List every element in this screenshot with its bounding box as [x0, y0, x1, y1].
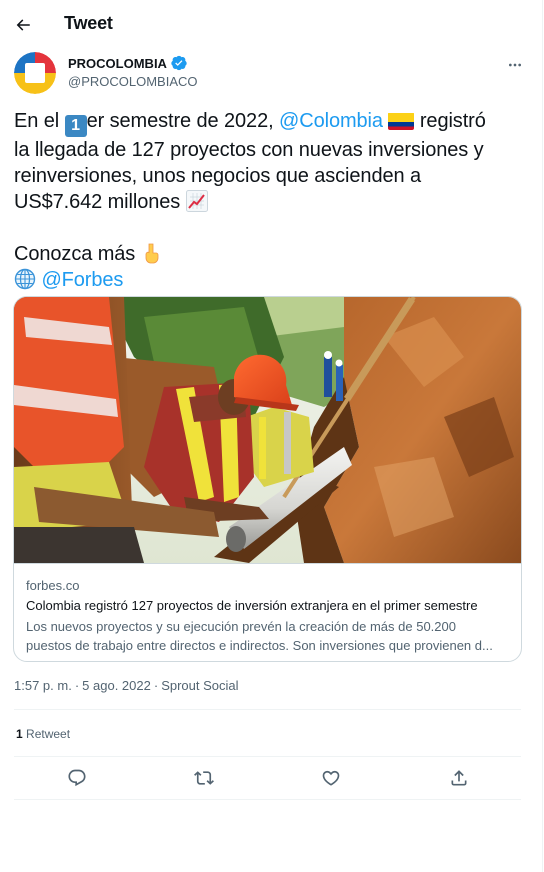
- retweet-icon: [194, 771, 214, 785]
- back-button[interactable]: [6, 8, 40, 42]
- more-options-button[interactable]: [501, 54, 529, 76]
- like-button[interactable]: [313, 760, 349, 796]
- card-divider: [14, 563, 521, 564]
- retweet-count: 1: [16, 727, 23, 741]
- retweet-stats-link[interactable]: 1 Retweet: [16, 727, 70, 741]
- mention-forbes-link[interactable]: @Forbes: [41, 269, 123, 291]
- more-dots-icon: [509, 63, 521, 67]
- tweet-date[interactable]: 5 ago. 2022: [82, 678, 151, 693]
- tweet-time[interactable]: 1:57 p. m.: [14, 678, 72, 693]
- reply-button[interactable]: [59, 760, 95, 796]
- meta-separator: ·: [153, 678, 159, 693]
- article-photo[interactable]: [14, 297, 521, 563]
- heart-icon: [322, 770, 340, 786]
- tweet-line: la llegada de 127 proyectos con nuevas i…: [14, 139, 484, 161]
- tweet-source[interactable]: Sprout Social: [161, 678, 238, 693]
- tweet-line: @Forbes: [14, 267, 524, 293]
- colombia-flag-emoji: [388, 112, 415, 130]
- share-icon: [451, 770, 467, 786]
- retweet-label: Retweet: [26, 727, 71, 741]
- tweet-text: En el 1 er semestre de 2022, @Colombia re…: [14, 108, 524, 293]
- avatar[interactable]: [14, 52, 56, 94]
- tweet-text-segment: US$7.642 millones: [14, 191, 181, 213]
- divider: [14, 709, 521, 710]
- header: Tweet: [0, 0, 543, 50]
- globe-emoji: [14, 268, 36, 290]
- tweet-line: En el 1 er semestre de 2022, @Colombia re…: [14, 108, 524, 137]
- display-name[interactable]: PROCOLOMBIA: [68, 56, 167, 71]
- card-description: Los nuevos proyectos y su ejecución prev…: [26, 617, 514, 655]
- tweet-actions-bar: [14, 760, 521, 796]
- tweet-detail-page: Tweet PROCOLOMBIA @PROCOLOMBIACO En el 1…: [0, 0, 543, 872]
- card-description-line: Los nuevos proyectos y su ejecución prev…: [26, 619, 456, 634]
- tweet-line: reinversiones, unos negocios que asciend…: [14, 165, 421, 187]
- page-title: Tweet: [64, 13, 113, 33]
- tweet-text-segment: er semestre de 2022,: [86, 110, 274, 132]
- author-handle[interactable]: @PROCOLOMBIACO: [68, 74, 198, 89]
- divider: [14, 756, 521, 757]
- verified-badge-icon: [171, 55, 187, 71]
- retweet-button[interactable]: [186, 760, 222, 796]
- chart-increasing-emoji: [185, 190, 208, 212]
- arrow-left-icon: [16, 19, 30, 31]
- meta-separator: ·: [74, 678, 80, 693]
- card-domain: forbes.co: [26, 578, 80, 593]
- keycap-1-emoji: 1: [64, 115, 87, 137]
- tweet-author: PROCOLOMBIA @PROCOLOMBIACO: [14, 52, 529, 96]
- link-preview-card[interactable]: forbes.co Colombia registró 127 proyecto…: [13, 296, 522, 662]
- tweet-meta: 1:57 p. m. · 5 ago. 2022 · Sprout Social: [14, 678, 239, 693]
- mention-colombia-link[interactable]: @Colombia: [279, 110, 383, 132]
- tweet-text-segment: Conozca más: [14, 243, 136, 265]
- tweet-text-segment: En el: [14, 110, 60, 132]
- name-line: PROCOLOMBIA: [68, 55, 187, 71]
- tweet-line: Conozca más: [14, 241, 524, 267]
- card-description-line: puestos de trabajo entre directos e indi…: [26, 638, 493, 653]
- tweet-line: US$7.642 millones: [14, 189, 524, 215]
- pointing-down-emoji: [145, 243, 159, 264]
- reply-icon: [68, 769, 86, 787]
- card-title[interactable]: Colombia registró 127 proyectos de inver…: [26, 598, 478, 613]
- divider: [14, 799, 521, 800]
- share-button[interactable]: [441, 760, 477, 796]
- tweet-text-segment: registró: [419, 110, 486, 132]
